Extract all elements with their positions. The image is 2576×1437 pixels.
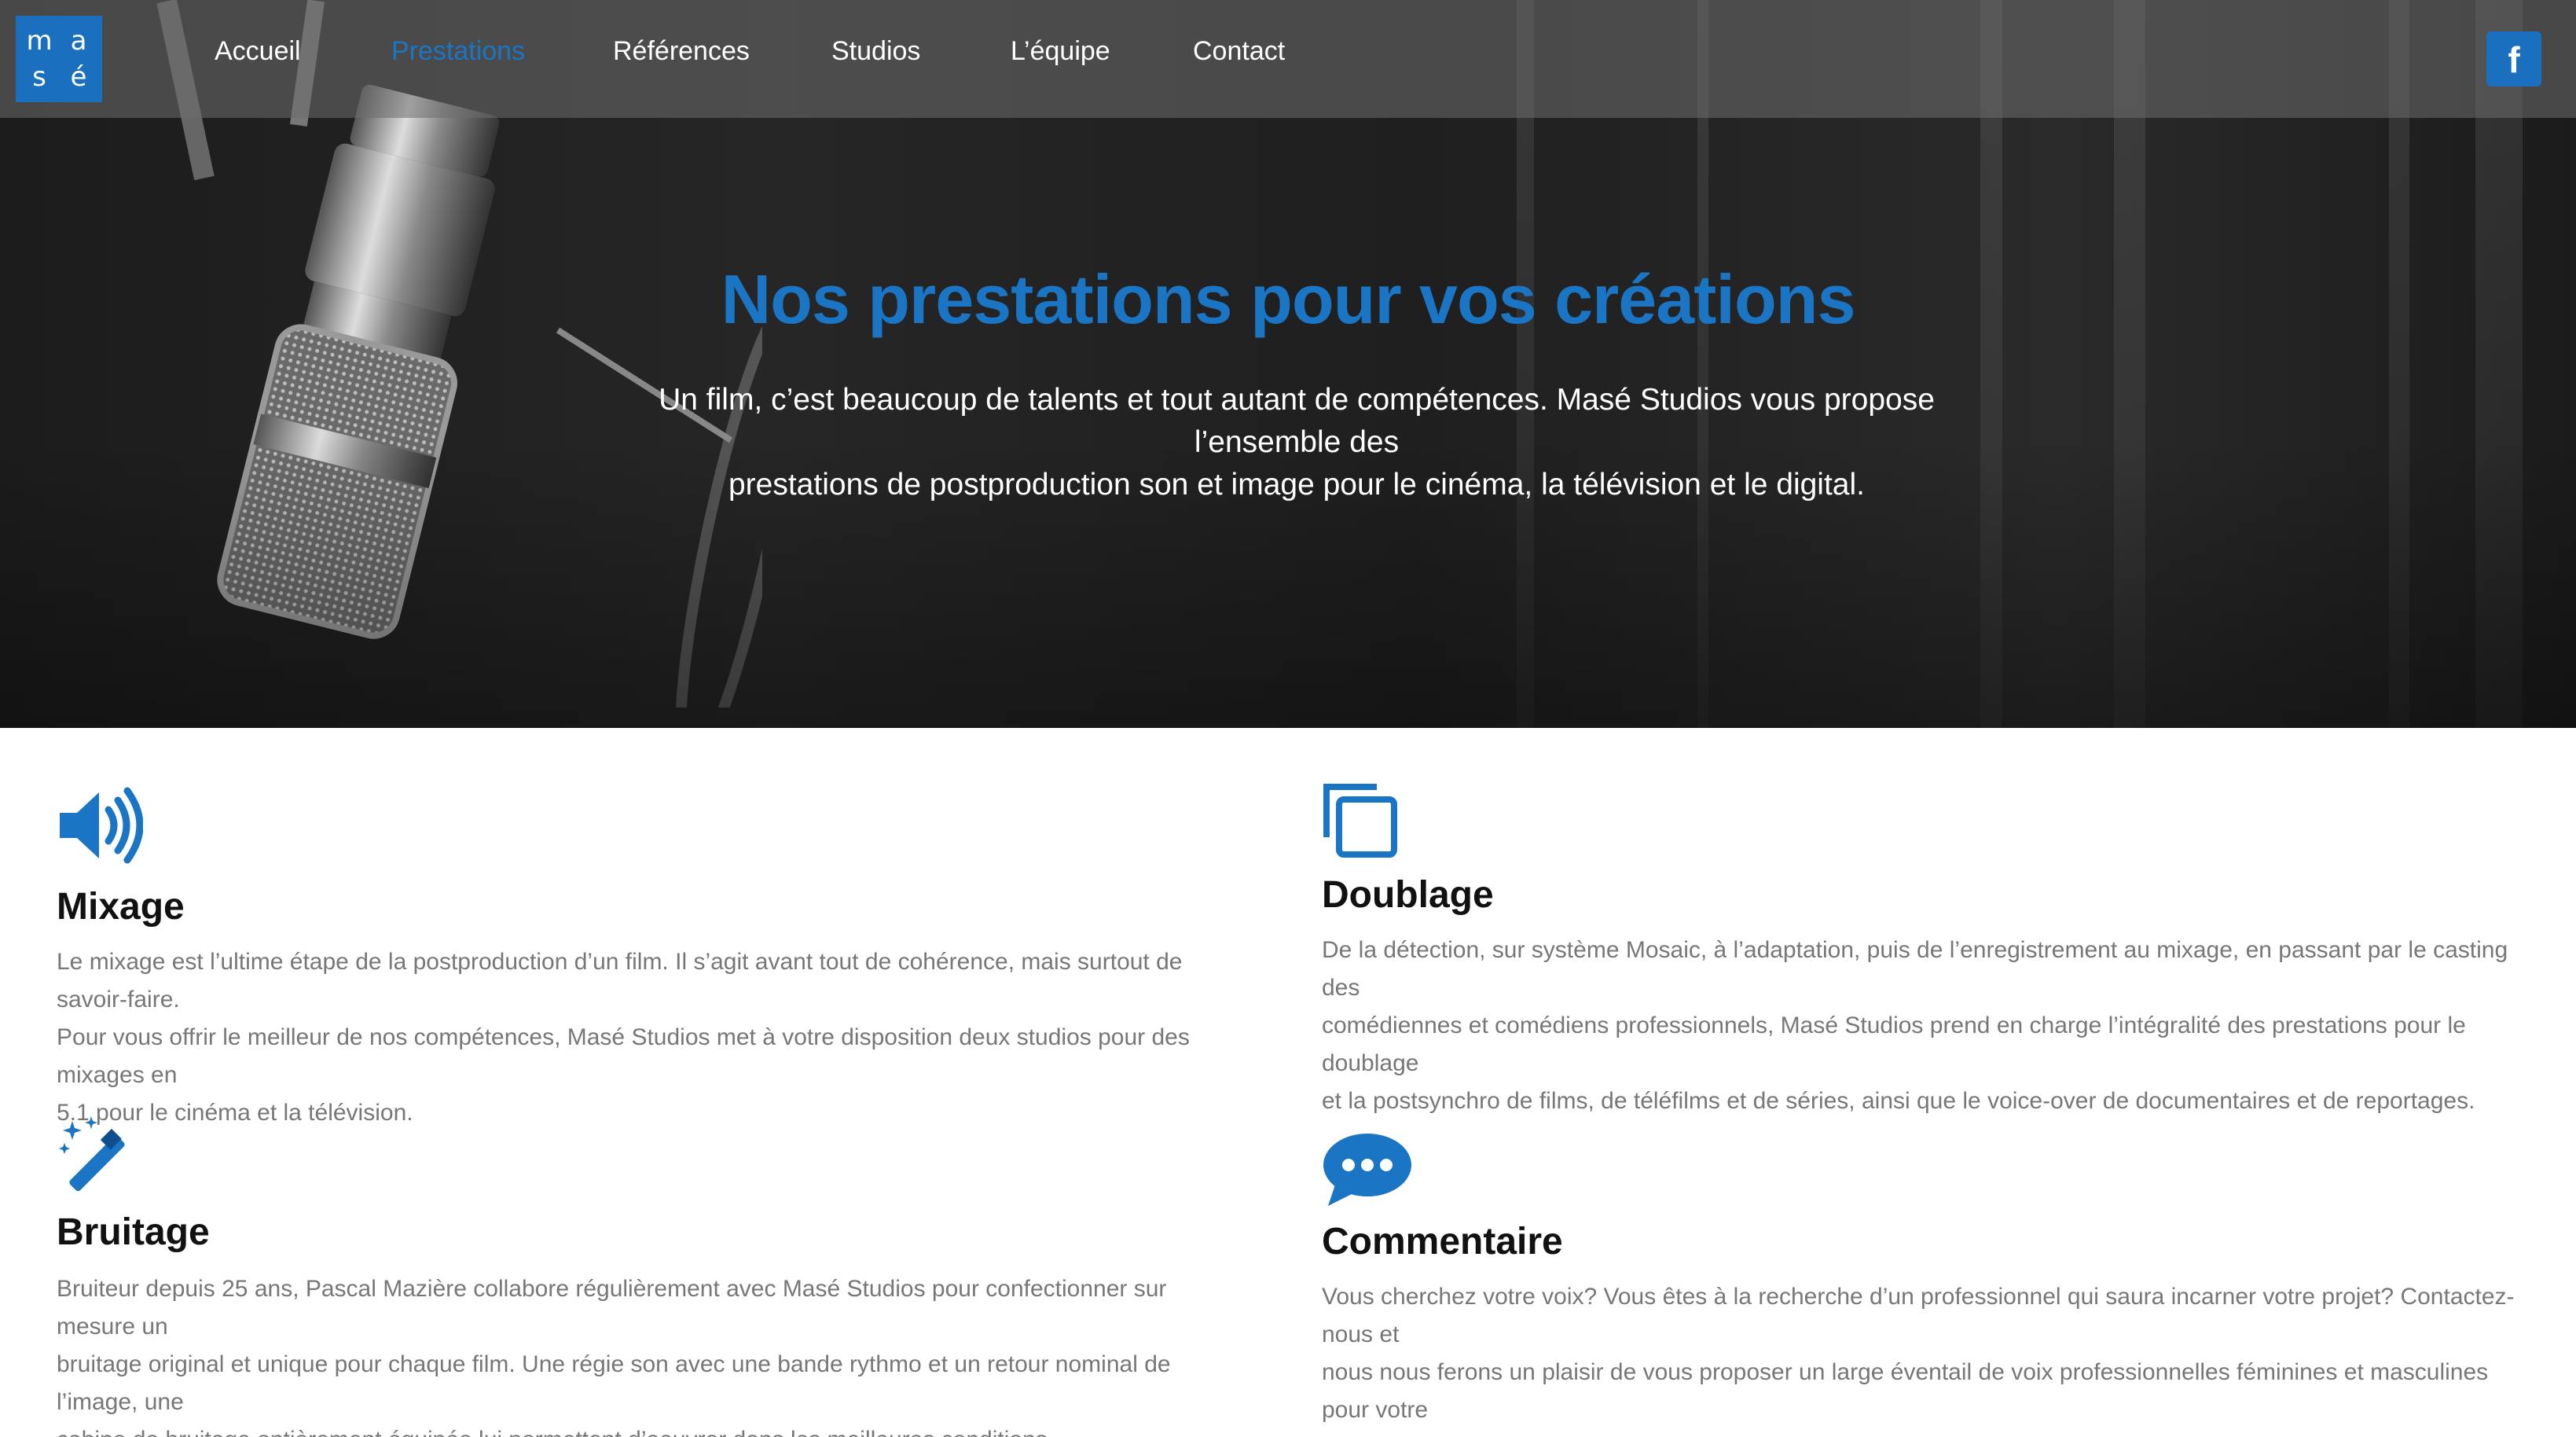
service-description: Le mixage est l’ultime étape de la postp…	[57, 943, 1251, 1132]
service-text-line: et la postsynchro de films, de téléfilms…	[1322, 1088, 2475, 1114]
service-title: Bruitage	[57, 1211, 210, 1253]
service-text-line: nous nous ferons un plaisir de vous prop…	[1322, 1359, 2489, 1423]
service-title: Doublage	[1322, 874, 1494, 916]
logo-letter: a	[70, 25, 87, 57]
top-navigation: m a s é Accueil Prestations Références S…	[0, 0, 2576, 118]
hero-subtitle-line: Un film, c’est beaucoup de talents et to…	[659, 383, 1935, 459]
service-text-line: cabine de bruitage entièrement équipée l…	[57, 1421, 1251, 1437]
service-text-line: Pour vous offrir le meilleur de nos comp…	[57, 1024, 1190, 1088]
facebook-icon[interactable]: f	[2486, 31, 2541, 86]
service-text-line: Bruiteur depuis 25 ans, Pascal Mazière c…	[57, 1276, 1167, 1340]
page-title: Nos prestations pour vos créations	[721, 260, 1856, 338]
nav-link-label: L’équipe	[1011, 36, 1110, 66]
service-bruitage: Bruitage Bruiteur depuis 25 ans, Pascal …	[57, 1116, 1259, 1437]
service-description: De la détection, sur système Mosaic, à l…	[1322, 932, 2516, 1120]
service-text-line: film: documentaire, institutionnel ou d’…	[1322, 1429, 2516, 1437]
nav-link-label: Contact	[1193, 36, 1286, 66]
nav-link-equipe[interactable]: L’équipe	[1011, 36, 1110, 67]
logo-letter: m	[26, 25, 53, 57]
nav-link-prestations[interactable]: Prestations	[391, 36, 525, 67]
speaker-icon	[60, 787, 143, 864]
hero-subtitle: Un film, c’est beaucoup de talents et to…	[613, 379, 1980, 506]
service-text-line: Le mixage est l’ultime étape de la postp…	[57, 949, 1183, 1013]
service-text-line: De la détection, sur système Mosaic, à l…	[1322, 937, 2508, 1001]
nav-link-label: Accueil	[215, 36, 301, 66]
nav-link-label: Prestations	[391, 36, 526, 66]
site-logo[interactable]: m a s é	[16, 16, 102, 102]
service-description: Vous cherchez votre voix? Vous êtes à la…	[1322, 1278, 2516, 1437]
nav-link-references[interactable]: Références	[613, 36, 750, 67]
nav-link-label: Références	[613, 36, 750, 66]
hero-subtitle-line: prestations de postproduction son et ima…	[728, 468, 1865, 502]
copy-icon	[1323, 784, 1397, 858]
logo-letter: s	[32, 61, 46, 93]
service-description: Bruiteur depuis 25 ans, Pascal Mazière c…	[57, 1270, 1251, 1437]
service-text-line: bruitage original et unique pour chaque …	[57, 1351, 1171, 1415]
nav-link-contact[interactable]: Contact	[1193, 36, 1285, 67]
logo-letter: é	[70, 61, 87, 93]
service-title: Mixage	[57, 886, 185, 928]
magic-wand-icon	[59, 1116, 125, 1192]
service-title: Commentaire	[1322, 1221, 1563, 1262]
nav-link-label: Studios	[831, 36, 921, 66]
nav-link-studios[interactable]: Studios	[831, 36, 920, 67]
facebook-icon-glyph: f	[2508, 39, 2520, 80]
service-commentaire: Commentaire Vous cherchez votre voix? Vo…	[1322, 1132, 2524, 1437]
service-doublage: Doublage De la détection, sur système Mo…	[1322, 782, 2524, 1114]
service-text-line: Vous cherchez votre voix? Vous êtes à la…	[1322, 1284, 2515, 1347]
service-mixage: Mixage Le mixage est l’ultime étape de l…	[57, 786, 1259, 1126]
speech-bubble-icon	[1323, 1134, 1411, 1206]
service-text-line: comédiennes et comédiens professionnels,…	[1322, 1013, 2466, 1076]
nav-link-accueil[interactable]: Accueil	[215, 36, 301, 67]
